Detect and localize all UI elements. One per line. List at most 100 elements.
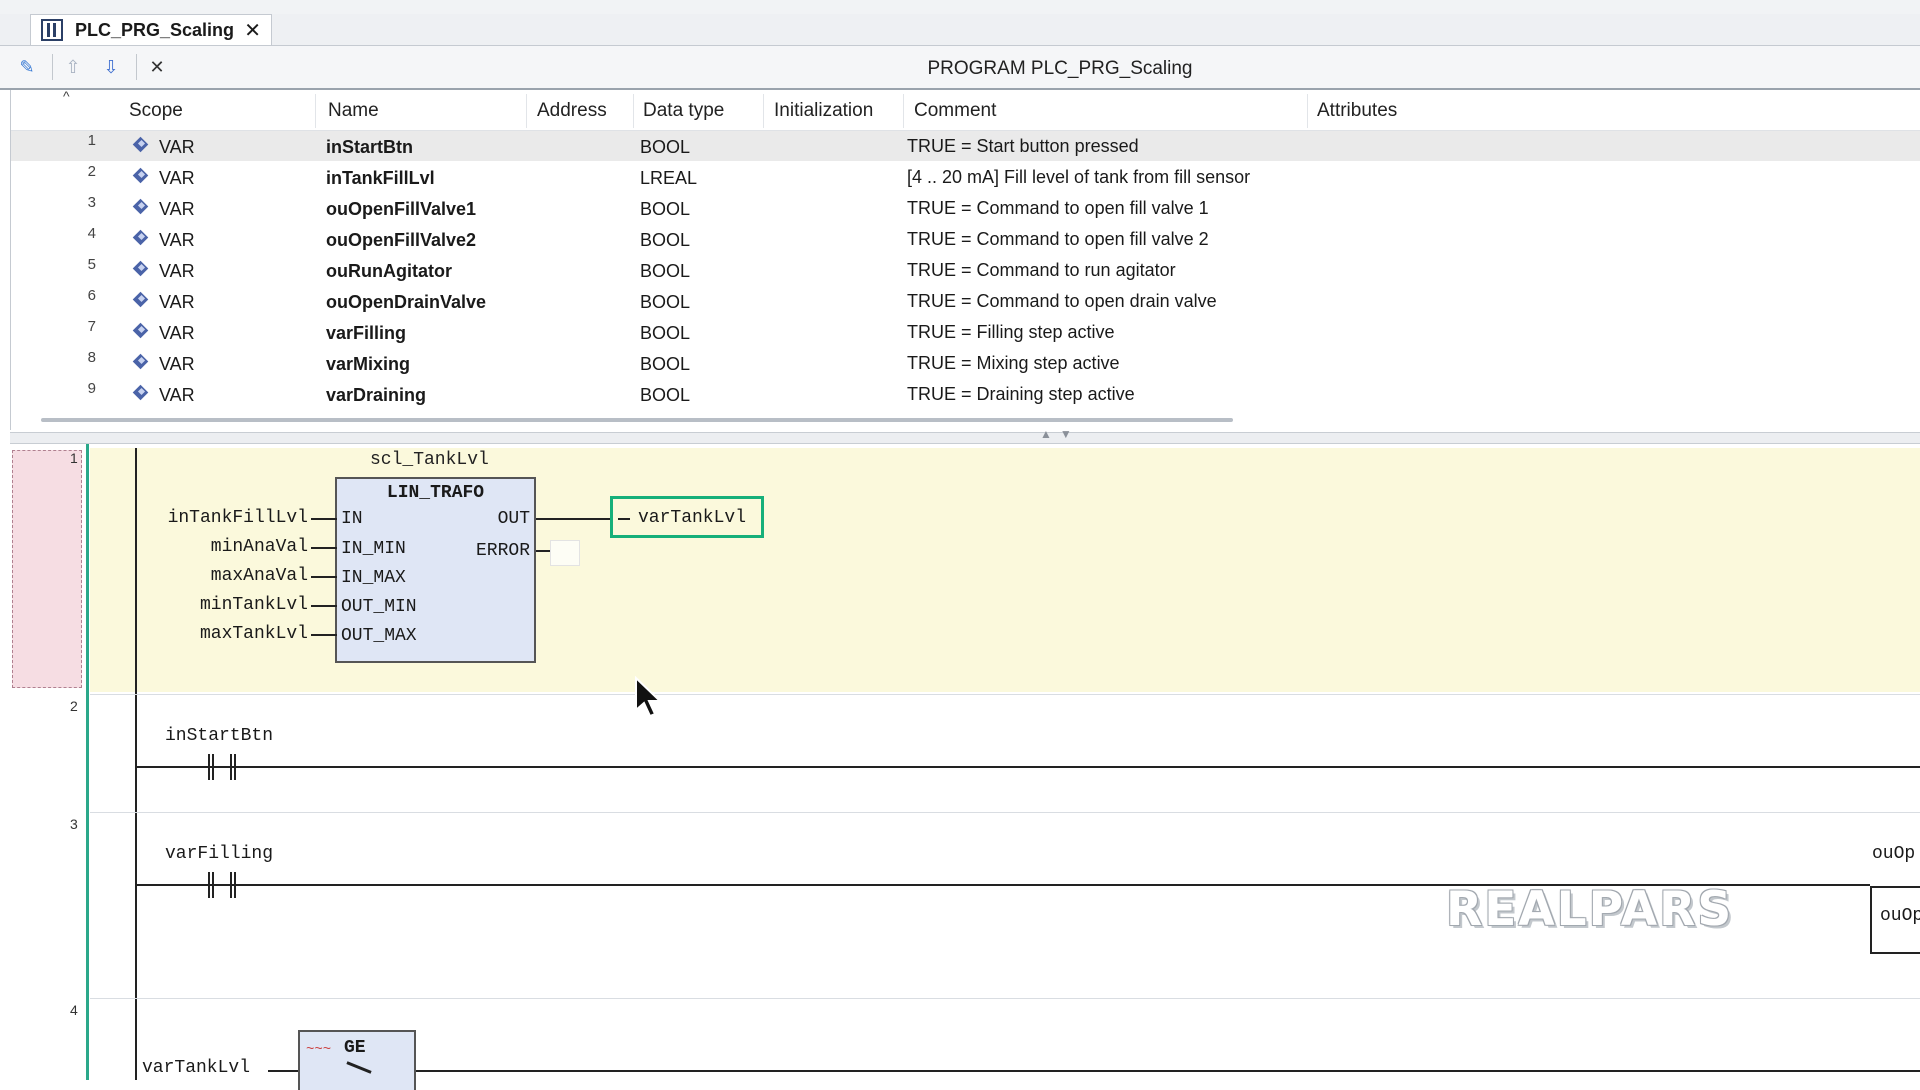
contact-label[interactable]: inStartBtn [165,726,273,746]
row-number: 3 [87,194,96,211]
row-number: 9 [87,380,96,397]
cell-scope: VAR [159,199,195,219]
input-var-label[interactable]: varTankLvl [142,1058,250,1078]
cell-name: ouOpenDrainValve [326,292,487,312]
cell-comment: TRUE = Command to open fill valve 2 [907,229,1209,249]
error-output-slot[interactable] [550,540,580,566]
cell-data-type: BOOL [640,354,691,374]
fb-pin-in-min: IN_MIN [341,539,406,559]
input-var-label[interactable]: maxTankLvl [138,624,308,644]
table-row[interactable]: 6 VAR ouOpenDrainValve BOOL TRUE = Comma… [11,286,1920,316]
tab-plc-prg-scaling[interactable]: PLC_PRG_Scaling ✕ [30,14,272,45]
output-wire [536,518,612,520]
table-row[interactable]: 8 VAR varMixing BOOL TRUE = Mixing step … [11,348,1920,378]
cell-data-type: BOOL [640,137,691,157]
realpars-watermark: REALPARS [1446,882,1734,937]
fb-pin-in-max: IN_MAX [341,568,406,588]
ge-compare-block[interactable]: ~~~ GE [298,1030,416,1090]
cell-scope: VAR [159,323,195,343]
fb-pin-in: IN [341,509,363,529]
cell-name: varMixing [326,354,411,374]
column-header-name[interactable]: Name [328,100,379,122]
rung-wire [416,1070,1920,1072]
horizontal-scrollbar[interactable] [41,418,1233,422]
table-row[interactable]: 1 VAR inStartBtn BOOL TRUE = Start butto… [11,131,1920,161]
selected-rung-marker[interactable] [12,450,82,688]
column-header-address[interactable]: Address [537,100,607,122]
input-var-label[interactable]: inTankFillLvl [138,508,308,528]
variable-icon [134,169,148,183]
cell-scope: VAR [159,354,195,374]
no-contact-symbol[interactable] [208,754,236,780]
cell-name: inTankFillLvl [326,168,435,188]
rung-divider [90,694,1920,695]
input-var-label[interactable]: minTankLvl [138,595,308,615]
column-divider [526,94,527,128]
cell-scope: VAR [159,230,195,250]
cell-comment: TRUE = Mixing step active [907,353,1120,373]
variable-icon [134,386,148,400]
table-header: ^ Scope Name Address Data type Initializ… [11,88,1920,131]
table-row[interactable]: 5 VAR ouRunAgitator BOOL TRUE = Command … [11,255,1920,285]
close-tab-icon[interactable]: ✕ [244,18,261,43]
column-divider [763,94,764,128]
ge-type-label: GE [344,1038,366,1058]
variable-icon [134,293,148,307]
sort-caret-icon[interactable]: ^ [63,88,70,104]
output-variable-box[interactable]: varTankLvl [610,496,764,538]
declaration-toolbar: ✎ ⇧ ⇩ ✕ PROGRAM PLC_PRG_Scaling [0,46,1920,90]
table-row[interactable]: 7 VAR varFilling BOOL TRUE = Filling ste… [11,317,1920,347]
column-header-data-type[interactable]: Data type [643,100,724,122]
cell-data-type: BOOL [640,323,691,343]
rung-wire [136,766,1920,768]
variable-icon [134,262,148,276]
contact-label[interactable]: varFilling [165,844,273,864]
column-divider [1307,94,1308,128]
input-wire [311,605,337,607]
input-var-label[interactable]: minAnaVal [138,537,308,557]
cell-name: varDraining [326,385,427,405]
variable-icon [134,231,148,245]
column-divider [633,94,634,128]
cell-scope: VAR [159,168,195,188]
cell-data-type: BOOL [640,261,691,281]
rung-number: 2 [70,698,78,714]
no-contact-symbol[interactable] [208,872,236,898]
cell-name: ouOpenFillValve2 [326,230,477,250]
table-row[interactable]: 3 VAR ouOpenFillValve1 BOOL TRUE = Comma… [11,193,1920,223]
table-row[interactable]: 4 VAR ouOpenFillValve2 BOOL TRUE = Comma… [11,224,1920,254]
input-wire [311,518,337,520]
fb-pin-out-min: OUT_MIN [341,597,417,617]
cell-scope: VAR [159,292,195,312]
column-header-attributes[interactable]: Attributes [1317,100,1397,122]
pane-splitter[interactable]: ▲▼ [10,427,1920,444]
cell-comment: TRUE = Command to open fill valve 1 [907,198,1209,218]
cell-name: varFilling [326,323,407,343]
coil-label-truncated[interactable]: ouOp [1872,844,1915,864]
table-row[interactable]: 2 VAR inTankFillLvl LREAL [4 .. 20 mA] F… [11,162,1920,192]
splitter-arrows-icon[interactable]: ▲▼ [1040,427,1080,441]
rung-number: 4 [70,1002,78,1018]
fb-type-label: LIN_TRAFO [386,483,485,503]
cell-name: ouOpenFillValve1 [326,199,477,219]
cell-scope: VAR [159,137,195,157]
rung-divider [90,998,1920,999]
fb-pin-error: ERROR [475,541,530,561]
row-number: 4 [87,225,96,242]
fb-instance-name[interactable]: scl_TankLvl [370,450,489,470]
row-number: 5 [87,256,96,273]
table-row[interactable]: 9 VAR varDraining BOOL TRUE = Draining s… [11,379,1920,409]
input-var-label[interactable]: maxAnaVal [138,566,308,586]
output-coil-box[interactable]: ouOp [1870,886,1920,954]
ladder-program-icon [41,19,63,41]
rung-divider [90,812,1920,813]
left-power-rail [135,448,137,1080]
column-header-initialization[interactable]: Initialization [774,100,873,122]
column-header-scope[interactable]: Scope [129,100,183,122]
lin-trafo-block[interactable]: LIN_TRAFO IN IN_MIN IN_MAX OUT_MIN OUT_M… [335,477,536,663]
input-wire [311,634,337,636]
column-header-comment[interactable]: Comment [914,100,996,122]
variable-icon [134,200,148,214]
ge-arrow-icon [346,1061,372,1074]
cell-data-type: LREAL [640,168,698,188]
